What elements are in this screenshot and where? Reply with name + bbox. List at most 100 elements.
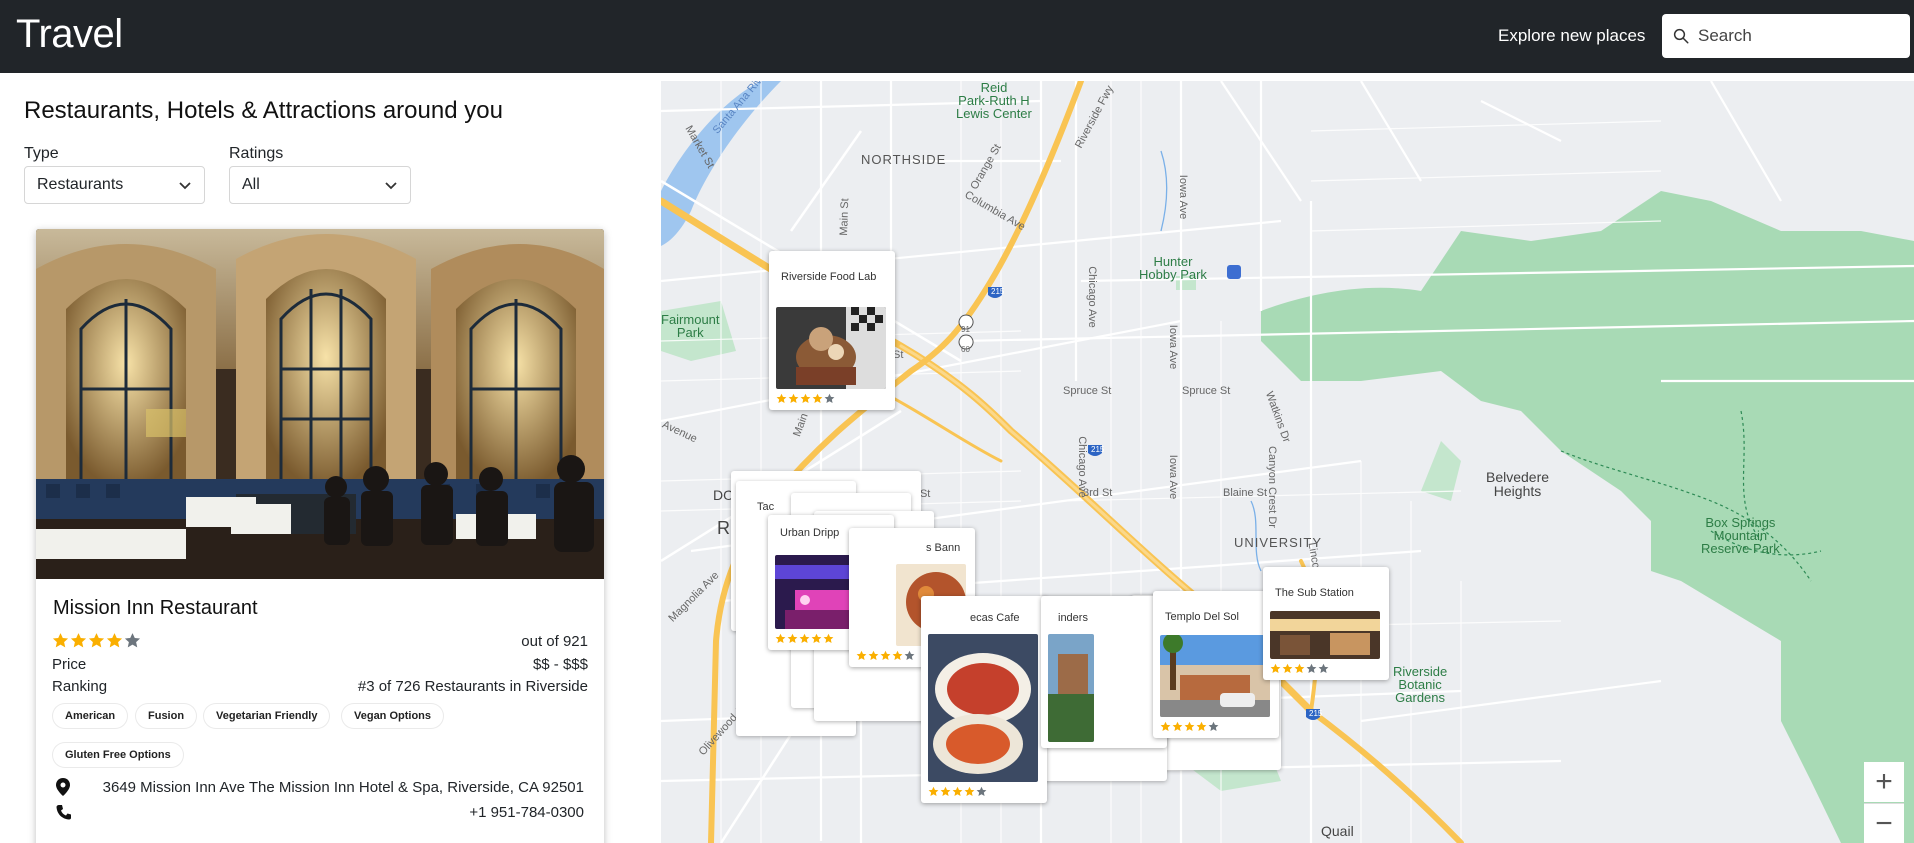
star-filled-icon bbox=[1270, 663, 1281, 673]
star-filled-icon bbox=[1294, 663, 1305, 673]
star-filled-icon bbox=[856, 650, 867, 660]
star-filled-icon bbox=[70, 633, 87, 648]
star-filled-icon bbox=[1196, 721, 1207, 731]
map-label-fairmount-park: Fairmount Park bbox=[661, 312, 720, 340]
chevron-down-icon bbox=[385, 182, 397, 190]
brand-title[interactable]: Travel bbox=[16, 12, 123, 57]
star-empty-icon bbox=[124, 633, 141, 648]
explore-label: Explore new places bbox=[1498, 26, 1646, 45]
rating-stars bbox=[52, 632, 141, 649]
map-label-belvedere: Belvedere Heights bbox=[1486, 469, 1550, 499]
type-select[interactable]: Restaurants bbox=[24, 166, 205, 204]
ranking-label: Ranking bbox=[52, 678, 108, 695]
map-marker-zacatecas[interactable]: ecas Cafe bbox=[921, 596, 1047, 803]
star-filled-icon bbox=[964, 786, 975, 796]
place-phone[interactable]: +1 951-784-0300 bbox=[469, 804, 584, 821]
map-marker-templo-del-sol[interactable]: Templo Del Sol bbox=[1153, 591, 1279, 738]
place-card[interactable]: Mission Inn Restaurant out of 921 Price … bbox=[36, 229, 604, 843]
price-label: Price bbox=[52, 656, 87, 673]
type-filter-label: Type bbox=[24, 145, 59, 162]
map-marker-label: Tac bbox=[757, 501, 775, 513]
map-label-reid-park: Reid Park-Ruth H Lewis Center bbox=[956, 81, 1032, 121]
star-filled-icon bbox=[823, 633, 834, 643]
place-name: Mission Inn Restaurant bbox=[53, 597, 258, 619]
star-filled-icon bbox=[940, 786, 951, 796]
marker-rating-stars bbox=[928, 786, 1040, 797]
chevron-down-icon bbox=[179, 182, 191, 190]
map-marker-grinders[interactable]: inders bbox=[1041, 596, 1167, 748]
map-label-quail: Quail bbox=[1321, 823, 1354, 839]
type-select-value: Restaurants bbox=[37, 176, 124, 193]
zoom-out-button[interactable]: − bbox=[1864, 803, 1904, 843]
marker-rating-stars bbox=[1160, 721, 1272, 732]
star-filled-icon bbox=[1282, 663, 1293, 673]
star-filled-icon bbox=[106, 633, 123, 648]
star-filled-icon bbox=[775, 633, 786, 643]
map-label-hunter-park: Hunter Hobby Park bbox=[1139, 254, 1207, 282]
marker-name: inders bbox=[1058, 612, 1088, 624]
hwy-shield-label: 215 bbox=[991, 287, 1005, 296]
ratings-select-value: All bbox=[242, 176, 260, 193]
map-label-street: Chicago Ave bbox=[1085, 266, 1098, 328]
map-label-northside: NORTHSIDE bbox=[861, 152, 947, 167]
map-label-street: 3rd St bbox=[1083, 487, 1113, 499]
marker-name: Riverside Food Lab bbox=[781, 271, 877, 283]
ratings-filter-label: Ratings bbox=[229, 145, 284, 162]
star-filled-icon bbox=[88, 633, 105, 648]
star-filled-icon bbox=[52, 633, 69, 648]
ratings-select[interactable]: All bbox=[229, 166, 411, 204]
map-label-street: Blaine St bbox=[1223, 487, 1268, 499]
star-empty-icon bbox=[1306, 663, 1317, 673]
zoom-in-button[interactable]: + bbox=[1864, 762, 1904, 802]
star-empty-icon bbox=[976, 786, 987, 796]
cuisine-tag: Fusion bbox=[136, 704, 197, 728]
marker-name: Templo Del Sol bbox=[1165, 611, 1239, 623]
star-filled-icon bbox=[880, 650, 891, 660]
marker-photo bbox=[1048, 634, 1094, 742]
map-label-box-springs: Box Springs Mountain Reserve Park bbox=[1701, 515, 1780, 556]
hwy-shield-label: 215 bbox=[1309, 709, 1323, 718]
hwy-shield-label: 60 bbox=[961, 345, 970, 354]
map-label-street: Spruce St bbox=[1182, 385, 1231, 397]
cuisine-tag: Gluten Free Options bbox=[53, 743, 183, 767]
star-empty-icon bbox=[1318, 663, 1329, 673]
map-label-botanic: Riverside Botanic Gardens bbox=[1393, 664, 1448, 705]
star-filled-icon bbox=[928, 786, 939, 796]
star-filled-icon bbox=[868, 650, 879, 660]
star-empty-icon bbox=[824, 393, 835, 403]
search-input[interactable] bbox=[1698, 26, 1898, 46]
star-filled-icon bbox=[812, 393, 823, 403]
ranking-value: #3 of 726 Restaurants in Riverside bbox=[357, 678, 588, 695]
map-label-street: Iowa Ave bbox=[1167, 454, 1180, 500]
page-title: Restaurants, Hotels & Attractions around… bbox=[24, 97, 503, 124]
map-label-street: Iowa Ave bbox=[1177, 174, 1190, 220]
map-label-riverside: R bbox=[717, 518, 730, 538]
marker-rating-stars bbox=[1270, 663, 1382, 674]
marker-name: s Bann bbox=[926, 542, 961, 554]
map-view[interactable]: Santa Ana River Market St NORTHSIDE Reid… bbox=[661, 81, 1914, 843]
star-filled-icon bbox=[788, 393, 799, 403]
marker-name: ecas Cafe bbox=[970, 612, 1020, 624]
star-filled-icon bbox=[811, 633, 822, 643]
star-filled-icon bbox=[1184, 721, 1195, 731]
marker-photo bbox=[1270, 611, 1380, 659]
cuisine-tag: Vegetarian Friendly bbox=[204, 704, 330, 728]
marker-rating-stars bbox=[776, 393, 888, 404]
phone-icon bbox=[56, 805, 71, 820]
places-list-pane: Restaurants, Hotels & Attractions around… bbox=[0, 73, 660, 843]
price-value: $$ - $$$ bbox=[532, 656, 588, 673]
place-address: 3649 Mission Inn Ave The Mission Inn Hot… bbox=[102, 779, 584, 796]
marker-photo bbox=[928, 634, 1038, 782]
hwy-shield-label: 215 bbox=[1091, 445, 1105, 454]
map-marker-sub-station[interactable]: The Sub Station bbox=[1263, 567, 1389, 680]
map-label-street: Main St bbox=[838, 198, 852, 236]
search-box[interactable] bbox=[1662, 14, 1910, 58]
star-filled-icon bbox=[952, 786, 963, 796]
marker-photo bbox=[1160, 635, 1270, 717]
star-filled-icon bbox=[1172, 721, 1183, 731]
star-filled-icon bbox=[1160, 721, 1171, 731]
map-label-street: Spruce St bbox=[1063, 385, 1112, 397]
marker-photo bbox=[776, 307, 886, 389]
search-icon bbox=[1673, 28, 1689, 44]
map-marker-riverside-food-lab[interactable]: Riverside Food Lab bbox=[769, 251, 895, 410]
